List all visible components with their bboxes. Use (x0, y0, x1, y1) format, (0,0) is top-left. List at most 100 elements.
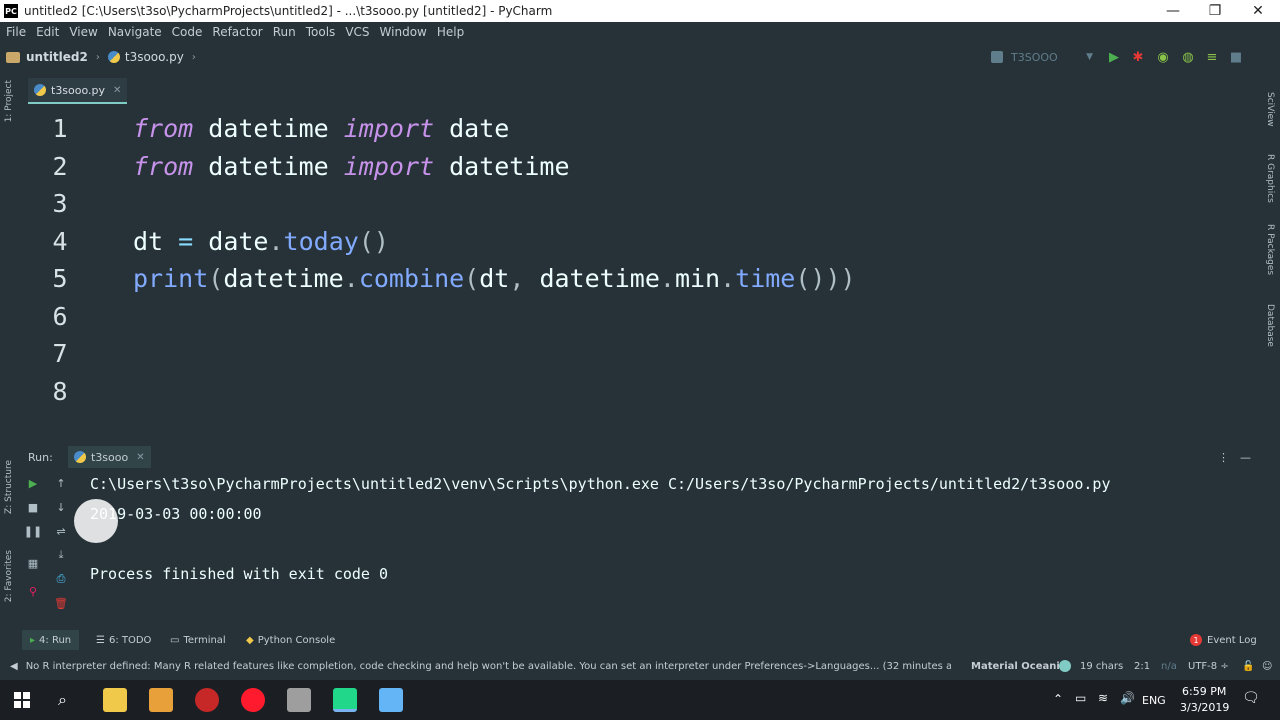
line-number: 2 (52, 152, 68, 181)
volume-icon[interactable]: 🔊 (1120, 691, 1135, 705)
network-icon[interactable]: ▭ (1075, 691, 1086, 705)
tool-python-console-button[interactable]: ◆ Python Console (246, 630, 335, 650)
menu-edit[interactable]: Edit (36, 25, 59, 39)
code-line-1: from datetime import date (133, 114, 510, 143)
tool-run-button[interactable]: ▸ 4: Run (22, 630, 80, 650)
line-number: 5 (52, 264, 68, 293)
profile-icon[interactable]: ◍ (1180, 49, 1196, 65)
run-icon[interactable]: ▶ (1106, 49, 1122, 65)
settings-icon[interactable]: ⋮ (1218, 451, 1229, 464)
project-tool-button[interactable]: 1: Project (4, 80, 14, 122)
code-line-4: dt = date.today() (133, 227, 389, 256)
menu-refactor[interactable]: Refactor (212, 25, 262, 39)
editor-tab-bar: t3sooo.py ✕ (20, 78, 1262, 104)
run-output-panel[interactable]: ▶ ↑ ■ ↓ ❚❚ ⇌ ▦ ⤓ ⚲ ⎙ 🗑 C:\Users\t3so\Pyc… (20, 468, 1260, 626)
tool-todo-button[interactable]: ☰ 6: TODO (96, 630, 151, 650)
opera-browser-icon[interactable] (241, 688, 265, 712)
debug-icon[interactable]: ✱ (1130, 49, 1146, 65)
pycharm-taskbar-icon[interactable] (333, 688, 357, 712)
language-indicator[interactable]: ENG (1142, 694, 1166, 707)
file-encoding[interactable]: UTF-8 ÷ (1188, 661, 1229, 672)
menu-bar: File Edit View Navigate Code Refactor Ru… (0, 22, 1280, 42)
stop-icon[interactable]: ■ (1228, 49, 1244, 65)
run-tab-t3sooo[interactable]: t3sooo ✕ (68, 446, 151, 468)
line-number: 1 (52, 114, 68, 143)
run-config-select[interactable]: T3SOOO ▼ (985, 47, 1097, 67)
menu-file[interactable]: File (6, 25, 26, 39)
concurrency-icon[interactable]: ≡ (1204, 49, 1220, 65)
caret-position[interactable]: 2:1 (1134, 661, 1150, 672)
menu-navigate[interactable]: Navigate (108, 25, 162, 39)
wifi-icon[interactable]: ≋ (1098, 691, 1108, 705)
menu-run[interactable]: Run (273, 25, 296, 39)
tool-event-log-button[interactable]: 1 Event Log (1190, 630, 1257, 650)
trash-icon[interactable]: 🗑 (54, 596, 68, 610)
lock-icon[interactable]: 🔓 (1242, 661, 1254, 672)
event-log-badge: 1 (1190, 634, 1202, 646)
notification-icon[interactable]: 🗨 (1242, 690, 1260, 706)
down-arrow-icon[interactable]: ↓ (54, 500, 68, 514)
minimize-button[interactable]: — (1152, 0, 1194, 22)
pin-icon[interactable]: ⚲ (26, 584, 40, 598)
soft-wrap-icon[interactable]: ⇌ (54, 524, 68, 538)
code-editor[interactable]: 1 2 3 4 5 6 7 8 from datetime import dat… (20, 108, 1260, 426)
status-message[interactable]: No R interpreter defined: Many R related… (26, 661, 951, 672)
window-title: untitled2 [C:\Users\t3so\PycharmProjects… (24, 4, 553, 18)
tab-t3sooo-py[interactable]: t3sooo.py ✕ (28, 78, 128, 104)
line-separator[interactable]: n/a (1161, 661, 1177, 672)
menu-view[interactable]: View (69, 25, 97, 39)
tool-window-bar: ▸ 4: Run ☰ 6: TODO ▭ Terminal ◆ Python C… (0, 630, 1262, 650)
python-file-icon (74, 451, 86, 463)
hide-panel-icon[interactable]: — (1240, 451, 1251, 464)
print-icon[interactable]: ⎙ (54, 572, 68, 586)
close-tab-icon[interactable]: ✕ (113, 85, 121, 96)
rgraphics-tool-button[interactable]: R Graphics (1265, 154, 1275, 203)
notes-icon[interactable] (379, 688, 403, 712)
right-tool-strip: SciView R Graphics R Packages Database (1262, 42, 1280, 656)
breadcrumb-project[interactable]: untitled2 (0, 50, 88, 64)
app-icon[interactable] (287, 688, 311, 712)
layout-icon[interactable]: ▦ (26, 556, 40, 570)
left-tool-strip: 1: Project Z: Structure 2: Favorites (0, 72, 20, 656)
inspector-icon[interactable]: ☺ (1262, 661, 1272, 672)
python-config-icon (991, 51, 1003, 63)
menu-help[interactable]: Help (437, 25, 464, 39)
favorites-tool-button[interactable]: 2: Favorites (4, 550, 14, 602)
coverage-icon[interactable]: ◉ (1155, 49, 1171, 65)
database-tool-button[interactable]: Database (1265, 304, 1275, 347)
close-run-tab-icon[interactable]: ✕ (136, 452, 144, 463)
tool-terminal-button[interactable]: ▭ Terminal (170, 630, 226, 650)
windows-start-icon[interactable] (14, 692, 30, 708)
theme-label[interactable]: Material Oceanic (971, 661, 1066, 672)
search-icon[interactable]: ⌕ (58, 690, 76, 709)
python-file-icon (34, 84, 46, 96)
rpackages-tool-button[interactable]: R Packages (1265, 224, 1275, 275)
rerun-icon[interactable]: ▶ (26, 476, 40, 490)
clock-date[interactable]: 3/3/2019 (1180, 701, 1229, 714)
selection-chars: 19 chars (1080, 660, 1124, 672)
mouse-cursor-highlight (74, 499, 118, 543)
sublime-icon[interactable] (149, 688, 173, 712)
structure-tool-button[interactable]: Z: Structure (4, 460, 14, 514)
close-window-button[interactable]: ✕ (1237, 0, 1279, 22)
chevron-right-icon: › (95, 51, 100, 63)
restore-button[interactable]: ❐ (1194, 0, 1236, 22)
menu-vcs[interactable]: VCS (345, 25, 369, 39)
up-arrow-icon[interactable]: ↑ (54, 476, 68, 490)
run-icon: ▸ (30, 634, 36, 646)
clock-time[interactable]: 6:59 PM (1182, 685, 1226, 698)
tray-up-icon[interactable]: ⌃ (1053, 692, 1063, 706)
breadcrumb-file[interactable]: t3sooo.py (107, 50, 184, 64)
stop-icon[interactable]: ■ (26, 500, 40, 514)
chevron-right-icon: › (191, 51, 196, 63)
menu-window[interactable]: Window (380, 25, 427, 39)
scroll-to-end-icon[interactable]: ⤓ (54, 548, 68, 562)
menu-tools[interactable]: Tools (306, 25, 336, 39)
pause-icon[interactable]: ❚❚ (24, 524, 42, 538)
sciview-tool-button[interactable]: SciView (1265, 92, 1275, 127)
opera-icon[interactable] (195, 688, 219, 712)
menu-code[interactable]: Code (172, 25, 203, 39)
line-number: 3 (52, 189, 68, 218)
line-number: 7 (52, 339, 68, 368)
file-explorer-icon[interactable] (103, 688, 127, 712)
